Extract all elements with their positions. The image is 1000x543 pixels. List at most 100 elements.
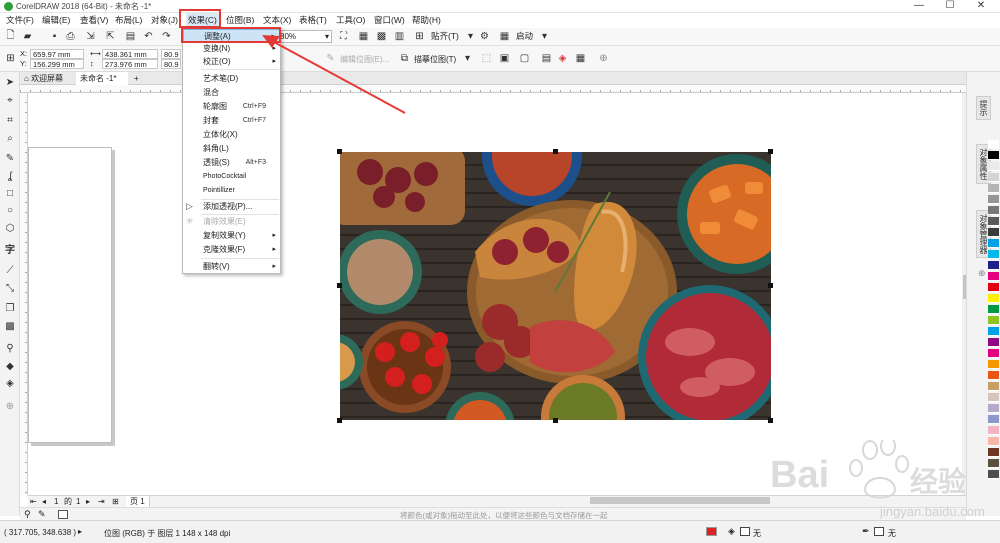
palette-swatch[interactable] xyxy=(988,228,999,237)
pick-tool-icon[interactable]: ➤ xyxy=(3,76,17,89)
bitmap-border-icon[interactable]: ▢ xyxy=(518,52,531,65)
zoom-tool-icon[interactable]: ⌕ xyxy=(3,132,17,145)
tab-welcome-screen[interactable]: ⌂ 欢迎屏幕 xyxy=(20,72,67,85)
palette-swatch[interactable] xyxy=(988,327,999,336)
menu-item-lens[interactable]: 透镜(S) Alt+F3 xyxy=(183,156,280,169)
crop-bitmap-icon[interactable]: ⬚ xyxy=(480,52,493,65)
menu-item-photococktail[interactable]: PhotoCocktail xyxy=(183,170,280,183)
scale-width-field[interactable]: 80.9 xyxy=(161,49,181,59)
palette-swatch[interactable] xyxy=(988,283,999,292)
show-grid-icon[interactable]: ▩ xyxy=(375,30,388,43)
horizontal-scroll-thumb[interactable] xyxy=(590,497,770,504)
palette-swatch[interactable] xyxy=(988,382,999,391)
palette-swatch[interactable] xyxy=(988,140,999,149)
color-proof-icon[interactable] xyxy=(706,527,717,536)
palette-swatch[interactable] xyxy=(988,305,999,314)
menu-layout[interactable]: 布局(L) xyxy=(113,13,144,28)
transparency-icon[interactable]: ▩ xyxy=(3,320,17,333)
menu-item-flip[interactable]: 翻转(V) ▸ xyxy=(183,260,280,273)
options-gear-icon[interactable]: ⚙ xyxy=(478,30,491,43)
y-position-field[interactable]: 156.299 mm xyxy=(30,59,84,69)
menu-item-transform[interactable]: 变换(N) ▸ xyxy=(183,42,280,55)
color-mask-icon[interactable]: ◈ xyxy=(556,52,569,65)
vertical-ruler[interactable] xyxy=(20,93,28,495)
selection-handle-bottom-left[interactable] xyxy=(337,418,342,423)
smart-fill-icon[interactable]: ◈ xyxy=(3,377,17,390)
palette-swatch[interactable] xyxy=(988,371,999,380)
docker-tab-hints[interactable]: 提示 xyxy=(976,96,991,120)
open-folder-icon[interactable]: ▰ xyxy=(21,30,34,43)
bitmap-mask-icon[interactable]: ▤ xyxy=(540,52,553,65)
menu-item-copy-effect[interactable]: 复制效果(Y) ▸ xyxy=(183,229,280,242)
palette-swatch[interactable] xyxy=(988,261,999,270)
menu-item-clone-effect[interactable]: 克隆效果(F) ▸ xyxy=(183,243,280,256)
selection-handle-middle-left[interactable] xyxy=(337,283,342,288)
selection-handle-top-left[interactable] xyxy=(337,149,342,154)
publish-pdf-icon[interactable]: ▤ xyxy=(124,30,137,43)
horizontal-ruler[interactable] xyxy=(20,85,966,93)
menu-bitmaps[interactable]: 位图(B) xyxy=(224,13,256,28)
undo-icon[interactable]: ↶ xyxy=(142,30,155,43)
palette-swatch[interactable] xyxy=(988,272,999,281)
palette-swatch[interactable] xyxy=(988,162,999,171)
selection-handle-middle-right[interactable] xyxy=(768,283,773,288)
palette-swatch[interactable] xyxy=(988,349,999,358)
selection-handle-bottom-right[interactable] xyxy=(768,418,773,423)
new-tab-plus-icon[interactable]: + xyxy=(130,72,143,85)
export-icon[interactable]: ⇱ xyxy=(104,30,117,43)
menu-help[interactable]: 帮助(H) xyxy=(410,13,443,28)
show-guidelines-icon[interactable]: ▥ xyxy=(393,30,406,43)
palette-swatch[interactable] xyxy=(988,393,999,402)
menu-tools[interactable]: 工具(O) xyxy=(334,13,367,28)
menu-table[interactable]: 表格(T) xyxy=(297,13,329,28)
trace-bitmap-button[interactable]: 描摹位图(T) xyxy=(414,54,456,65)
menu-edit[interactable]: 编辑(E) xyxy=(40,13,72,28)
menu-file[interactable]: 文件(F) xyxy=(4,13,36,28)
pencil-icon[interactable]: ✎ xyxy=(38,509,46,520)
edit-bitmap-button[interactable]: 编辑位图(E)... xyxy=(340,54,389,65)
palette-swatch[interactable] xyxy=(988,426,999,435)
palette-swatch[interactable] xyxy=(988,184,999,193)
redo-icon[interactable]: ↷ xyxy=(160,30,173,43)
palette-swatch[interactable] xyxy=(988,151,999,160)
menu-item-clear-effect[interactable]: ✳ 清除效果(E) xyxy=(183,215,280,228)
menu-text[interactable]: 文本(X) xyxy=(261,13,293,28)
menu-object[interactable]: 对象(J) xyxy=(149,13,180,28)
height-field[interactable]: 273.976 mm xyxy=(102,59,158,69)
scale-height-field[interactable]: 80.9 xyxy=(161,59,181,69)
add-plus-icon[interactable]: ⊕ xyxy=(597,52,610,65)
rectangle-tool-icon[interactable]: □ xyxy=(3,187,17,200)
selection-handle-top-right[interactable] xyxy=(768,149,773,154)
palette-swatch[interactable] xyxy=(988,338,999,347)
palette-swatch[interactable] xyxy=(988,239,999,248)
palette-swatch[interactable] xyxy=(988,195,999,204)
polygon-tool-icon[interactable]: ⬡ xyxy=(3,222,17,235)
palette-swatch[interactable] xyxy=(988,206,999,215)
fill-swatch[interactable] xyxy=(740,527,750,536)
eyedropper-icon[interactable]: ⚲ xyxy=(24,509,31,520)
palette-swatch[interactable] xyxy=(988,250,999,259)
full-screen-icon[interactable]: ⛶ xyxy=(337,30,350,43)
menu-item-contour[interactable]: 轮廓图 Ctrl+F9 xyxy=(183,100,280,113)
menu-item-add-perspective[interactable]: ▷ 添加透视(P)... xyxy=(183,200,280,213)
show-rulers-icon[interactable]: ▦ xyxy=(357,30,370,43)
wrap-text-icon[interactable]: ▦ xyxy=(574,52,587,65)
crop-tool-icon[interactable]: ⌗ xyxy=(3,114,17,127)
menu-item-bevel[interactable]: 斜角(L) xyxy=(183,142,280,155)
minimize-button[interactable]: — xyxy=(904,0,934,13)
freehand-tool-icon[interactable]: ✎ xyxy=(3,152,17,165)
docker-add-plus-icon[interactable]: ⊕ xyxy=(978,268,986,279)
app-launcher-icon[interactable]: ▦ xyxy=(498,30,511,43)
add-tool-plus-icon[interactable]: ⊕ xyxy=(3,400,17,413)
menu-item-envelope[interactable]: 封套 Ctrl+F7 xyxy=(183,114,280,127)
menu-item-correction[interactable]: 校正(O) ▸ xyxy=(183,55,280,68)
x-position-field[interactable]: 659.97 mm xyxy=(30,49,84,59)
palette-swatch[interactable] xyxy=(988,173,999,182)
tapas-food-photo[interactable] xyxy=(340,152,771,420)
menu-item-artistic-media[interactable]: 艺术笔(D) xyxy=(183,72,280,85)
snap-icon[interactable]: ⊞ xyxy=(413,30,426,43)
selection-handle-top-center[interactable] xyxy=(553,149,558,154)
palette-swatch[interactable] xyxy=(988,294,999,303)
width-field[interactable]: 438.361 mm xyxy=(102,49,158,59)
save-icon[interactable]: ▪ xyxy=(48,30,61,43)
